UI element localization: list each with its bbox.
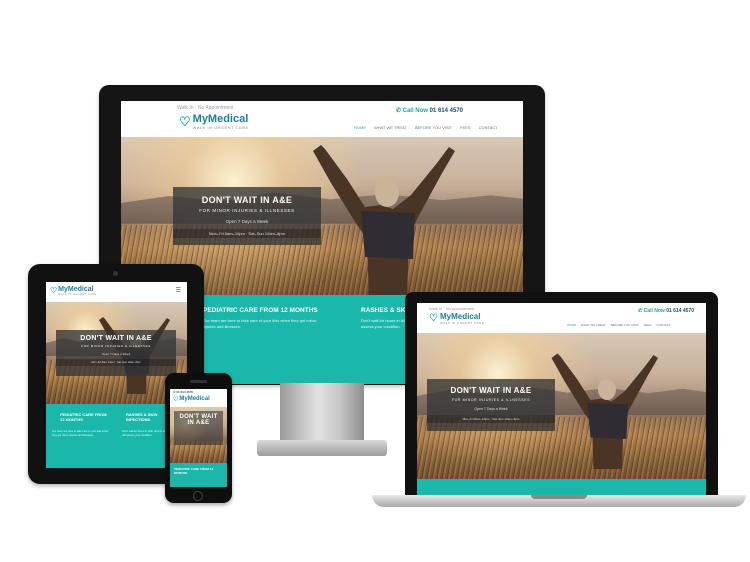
hero-hours: Mon–Fri 8am–10pm · Sat–Sun 10am–8pm bbox=[427, 415, 555, 423]
heart-icon: ♡ bbox=[173, 397, 179, 403]
service-title-pediatric: PEDIATRIC CARE FROM 12 MONTHS bbox=[203, 307, 318, 314]
nav-item-home[interactable]: HOME bbox=[354, 125, 366, 130]
laptop-screen: Walk In · No Appointment ♡ MyMedical WAL… bbox=[417, 303, 706, 497]
hero-title: DON'T WAIT IN A&E bbox=[179, 414, 218, 427]
service-text-pediatric: Our team are here to take care of your k… bbox=[203, 318, 317, 329]
call-label: Call Now bbox=[643, 308, 665, 314]
service-title-pediatric: PEDIATRIC CARE FROM 12 MONTHS bbox=[60, 412, 107, 422]
hero-title: DON'T WAIT IN A&E bbox=[201, 195, 293, 205]
site-logo[interactable]: ♡ MyMedical WALK IN URGENT CARE bbox=[50, 286, 97, 297]
service-text-pediatric: Our team are here to take care of your k… bbox=[52, 430, 109, 437]
brand-tagline: WALK IN URGENT CARE bbox=[58, 293, 97, 296]
phone-speaker bbox=[190, 380, 207, 383]
nav-item-fees[interactable]: FEES bbox=[460, 125, 470, 130]
hero-overlay: DON'T WAIT IN A&E FOR MINOR INJURIES & I… bbox=[56, 330, 176, 376]
tablet-camera bbox=[113, 271, 118, 276]
nav-item-contact[interactable]: CONTACT bbox=[479, 125, 498, 130]
phone-screen: ✆ 01 614 4570 ♡ MyMedical DON'T WAIT IN … bbox=[170, 389, 227, 487]
hero-subtitle: FOR MINOR INJURIES & ILLNESSES bbox=[81, 344, 151, 348]
hero-open-text: Open 7 Days a Week bbox=[225, 219, 269, 224]
phone-icon: ✆ bbox=[395, 108, 403, 114]
hero-overlay: DON'T WAIT IN A&E FOR MINOR INJURIES & I… bbox=[173, 187, 321, 245]
heart-icon: ♡ bbox=[50, 286, 58, 295]
top-note: Walk In · No Appointment bbox=[177, 105, 234, 111]
hero-subtitle: FOR MINOR INJURIES & ILLNESSES bbox=[199, 208, 295, 213]
service-title-pediatric: PEDIATRIC CARE FROM 12 MONTHS bbox=[174, 467, 214, 475]
phone: ✆ 01 614 4570 ♡ MyMedical DON'T WAIT IN … bbox=[165, 373, 232, 503]
call-now[interactable]: ✆ Call Now 01 614 4570 bbox=[396, 107, 463, 114]
hero-overlay: DON'T WAIT IN A&E FOR MINOR INJURIES & I… bbox=[427, 379, 555, 431]
laptop: Walk In · No Appointment ♡ MyMedical WAL… bbox=[405, 292, 718, 497]
hero-overlay: DON'T WAIT IN A&E bbox=[174, 411, 223, 445]
heart-icon: ♡ bbox=[429, 313, 438, 324]
hero-title: DON'T WAIT IN A&E bbox=[80, 335, 152, 342]
monitor-stand-neck bbox=[280, 383, 364, 445]
site-header: Walk In · No Appointment ♡ MyMedical WAL… bbox=[417, 303, 706, 333]
hero-hours: Mon–Fri 8am–10pm · Sat–Sun 10am–8pm bbox=[173, 229, 321, 238]
monitor-stand-base bbox=[257, 440, 387, 456]
laptop-notch bbox=[531, 495, 587, 499]
hero-subtitle: FOR MINOR INJURIES & ILLNESSES bbox=[451, 398, 531, 402]
services-band: PEDIATRIC CARE FROM 12 MONTHS bbox=[170, 463, 227, 487]
brand-name: MyMedical bbox=[439, 312, 481, 321]
nav-item-contact[interactable]: CONTACT bbox=[656, 323, 670, 327]
hero-open-text: Open 7 Days a Week bbox=[474, 407, 508, 411]
site-logo[interactable]: ♡ MyMedical WALK IN URGENT CARE bbox=[179, 114, 249, 130]
site-header: ♡ MyMedical WALK IN URGENT CARE ☰ bbox=[46, 282, 187, 302]
hero-hours: Mon–Fri 8am–10pm · Sat–Sun 10am–8pm bbox=[56, 359, 176, 366]
hero-open-text: Open 7 Days a Week bbox=[101, 352, 131, 356]
hero-banner: DON'T WAIT IN A&E FOR MINOR INJURIES & I… bbox=[417, 333, 706, 479]
site-logo[interactable]: ♡ MyMedical bbox=[173, 396, 210, 403]
heart-icon: ♡ bbox=[179, 114, 191, 129]
site-logo[interactable]: ♡ MyMedical WALK IN URGENT CARE bbox=[429, 313, 484, 325]
site-header: ✆ 01 614 4570 ♡ MyMedical bbox=[170, 389, 227, 407]
nav-item-what-we-treat[interactable]: WHAT WE TREAT bbox=[374, 125, 407, 130]
brand-name: MyMedical bbox=[192, 113, 249, 125]
brand-tagline: WALK IN URGENT CARE bbox=[439, 321, 485, 325]
person-silhouette bbox=[313, 145, 455, 295]
call-number: 01 614 4570 bbox=[666, 308, 694, 314]
call-label: Call Now bbox=[402, 108, 428, 114]
site-header: Walk In · No Appointment ♡ MyMedical WAL… bbox=[121, 101, 523, 137]
hero-title: DON'T WAIT IN A&E bbox=[450, 386, 532, 395]
call-now[interactable]: ✆ Call Now 01 614 4570 bbox=[638, 308, 694, 314]
call-number: 01 614 4570 bbox=[429, 108, 463, 114]
nav-item-what-we-treat[interactable]: WHAT WE TREAT bbox=[581, 323, 606, 327]
call-number: 01 614 4570 bbox=[176, 390, 194, 394]
nav-item-before-you-visit[interactable]: BEFORE YOU VISIT bbox=[415, 125, 452, 130]
nav-item-home[interactable]: HOME bbox=[567, 323, 576, 327]
brand-name: MyMedical bbox=[58, 286, 94, 293]
main-nav: HOME WHAT WE TREAT BEFORE YOU VISIT FEES… bbox=[354, 125, 498, 130]
main-nav: HOME WHAT WE TREAT BEFORE YOU VISIT FEES… bbox=[567, 323, 671, 327]
person-silhouette bbox=[551, 353, 658, 469]
top-note: Walk In · No Appointment bbox=[429, 306, 475, 311]
phone-home-button bbox=[193, 491, 203, 501]
brand-tagline: WALK IN URGENT CARE bbox=[192, 125, 249, 130]
nav-item-before-you-visit[interactable]: BEFORE YOU VISIT bbox=[611, 323, 639, 327]
call-now[interactable]: ✆ 01 614 4570 bbox=[173, 390, 193, 394]
nav-item-fees[interactable]: FEES bbox=[644, 323, 652, 327]
menu-icon[interactable]: ☰ bbox=[176, 287, 181, 294]
brand-name: MyMedical bbox=[179, 396, 210, 402]
hero-banner: DON'T WAIT IN A&E bbox=[170, 407, 227, 463]
